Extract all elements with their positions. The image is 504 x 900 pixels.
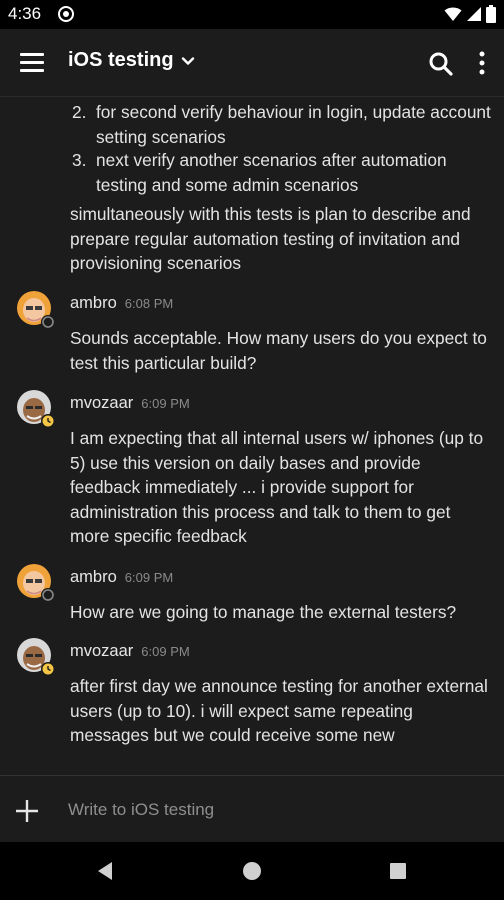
- message-header: mvozaar 6:09 PM: [70, 394, 190, 413]
- chevron-down-icon: [181, 56, 194, 65]
- status-time: 4:36: [8, 4, 42, 23]
- message-time: 6:09 PM: [141, 396, 190, 411]
- message-text: Sounds acceptable. How many users do you…: [70, 328, 487, 373]
- avatar[interactable]: [16, 563, 56, 603]
- message-header: mvozaar 6:09 PM: [70, 642, 190, 661]
- channel-selector[interactable]: iOS testing: [68, 49, 196, 72]
- plus-icon[interactable]: [14, 798, 40, 824]
- message-text: I am expecting that all internal users w…: [70, 428, 484, 546]
- author-name[interactable]: mvozaar: [70, 642, 133, 661]
- notification-icon: [58, 6, 74, 22]
- list-item: 2. for second verify behaviour in login,…: [72, 102, 491, 147]
- message-time: 6:09 PM: [124, 570, 174, 585]
- avatar[interactable]: [16, 290, 56, 330]
- message-text: simultaneously with this tests is plan t…: [70, 204, 471, 273]
- author-name[interactable]: mvozaar: [70, 394, 133, 413]
- more-vert-icon[interactable]: [476, 49, 488, 77]
- recent-apps-icon[interactable]: [390, 863, 406, 879]
- avatar[interactable]: [16, 637, 56, 677]
- message-header: ambro 6:08 PM: [70, 294, 173, 313]
- app-bar: iOS testing: [0, 29, 504, 97]
- channel-title: iOS testing: [68, 49, 174, 71]
- message-time: 6:09 PM: [141, 644, 190, 659]
- wifi-icon: [444, 7, 462, 21]
- avatar[interactable]: [16, 389, 56, 429]
- hamburger-menu-icon[interactable]: [20, 53, 46, 75]
- author-name[interactable]: ambro: [70, 294, 117, 313]
- message-text: after first day we announce testing for …: [70, 676, 488, 745]
- home-icon[interactable]: [243, 862, 261, 880]
- back-icon[interactable]: [96, 861, 114, 881]
- system-nav-bar: [0, 842, 504, 900]
- message-input[interactable]: [68, 794, 488, 826]
- message-text: How are we going to manage the external …: [70, 602, 457, 622]
- signal-icon: [467, 7, 481, 21]
- battery-icon: [486, 5, 496, 23]
- away-clock-status-icon: [42, 415, 54, 427]
- message-header: ambro 6:09 PM: [70, 568, 173, 587]
- away-clock-status-icon: [42, 663, 54, 675]
- list-item: 3. next verify another scenarios after a…: [72, 150, 447, 195]
- search-icon[interactable]: [428, 51, 454, 77]
- status-bar: 4:36: [0, 0, 504, 29]
- author-name[interactable]: ambro: [70, 568, 117, 587]
- message-time: 6:08 PM: [124, 296, 174, 311]
- message-composer: [0, 775, 504, 842]
- system-indicators: [444, 5, 496, 23]
- message-list[interactable]: 2. for second verify behaviour in login,…: [0, 97, 504, 775]
